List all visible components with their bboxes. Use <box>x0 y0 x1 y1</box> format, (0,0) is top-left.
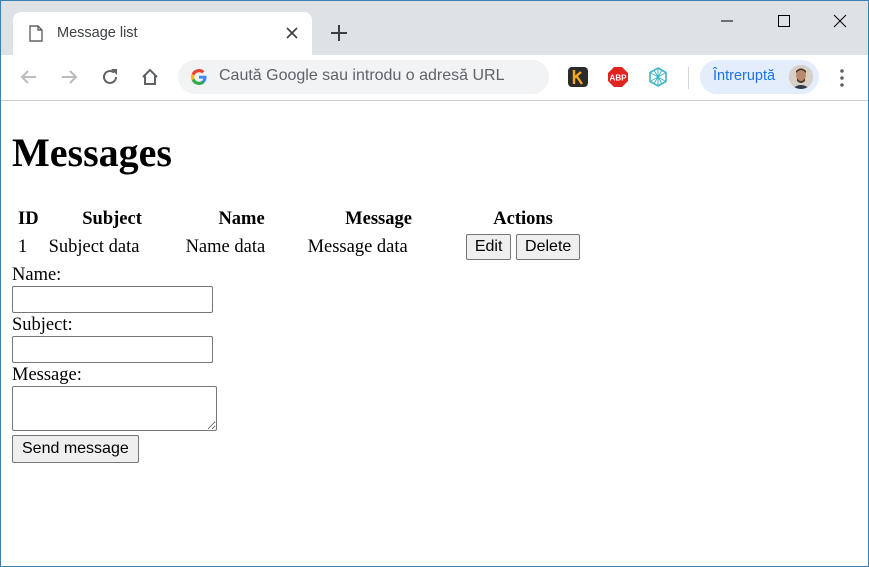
name-label: Name: <box>12 265 62 285</box>
reload-icon[interactable] <box>99 66 121 88</box>
tab-message-list[interactable]: Message list <box>13 12 312 55</box>
tab-strip: Message list <box>1 1 868 55</box>
send-message-button[interactable]: Send message <box>12 435 139 463</box>
home-icon[interactable] <box>139 66 161 88</box>
minimize-icon[interactable] <box>715 9 739 33</box>
profile-button[interactable]: Întreruptă <box>700 60 819 94</box>
page-content: Messages ID Subject Name Message Actions… <box>1 102 868 566</box>
google-icon <box>191 69 207 85</box>
column-header-id: ID <box>18 209 39 229</box>
maximize-icon[interactable] <box>772 9 796 33</box>
message-field[interactable] <box>12 386 217 431</box>
k-extension-icon[interactable] <box>567 66 589 88</box>
table-row: 1 Subject data Name data Message data Ed… <box>14 233 591 261</box>
column-header-subject: Subject <box>82 209 142 229</box>
page-icon <box>29 25 43 42</box>
delete-button[interactable]: Delete <box>516 234 581 260</box>
back-icon[interactable] <box>18 66 40 88</box>
address-bar[interactable]: Caută Google sau introdu o adresă URL <box>178 60 549 94</box>
cell-message: Message data <box>307 236 408 257</box>
forward-icon[interactable] <box>58 66 80 88</box>
column-header-name: Name <box>218 209 265 229</box>
column-header-message: Message <box>345 209 412 229</box>
message-form: Name: Subject: Message: Send message <box>12 265 217 463</box>
cell-id: 1 <box>18 236 28 257</box>
edit-button[interactable]: Edit <box>465 234 512 260</box>
column-header-actions: Actions <box>493 209 553 229</box>
tab-title: Message list <box>57 25 138 41</box>
profile-status-label: Întreruptă <box>713 68 776 84</box>
svg-text:ABP: ABP <box>610 74 628 83</box>
cell-name: Name data <box>185 236 266 257</box>
name-field[interactable] <box>12 286 213 313</box>
page-title: Messages <box>12 130 172 175</box>
toolbar: Caută Google sau introdu o adresă URL AB… <box>1 55 868 101</box>
new-tab-icon[interactable] <box>329 23 349 43</box>
address-bar-placeholder: Caută Google sau introdu o adresă URL <box>219 67 505 84</box>
subject-field[interactable] <box>12 336 213 363</box>
cell-subject: Subject data <box>48 236 140 257</box>
cell-actions: Edit Delete <box>456 233 591 261</box>
avatar <box>789 65 813 89</box>
menu-kebab-icon[interactable] <box>833 67 851 89</box>
table-header-row: ID Subject Name Message Actions <box>14 208 591 231</box>
message-label: Message: <box>12 365 82 385</box>
close-tab-icon[interactable] <box>285 26 299 40</box>
messages-table: ID Subject Name Message Actions 1 Subjec… <box>12 206 593 263</box>
browser-window: Message list Caută Google sau introdu o … <box>0 0 869 567</box>
close-window-icon[interactable] <box>828 9 852 33</box>
adblock-plus-icon[interactable]: ABP <box>607 66 629 88</box>
toolbar-divider <box>688 67 689 89</box>
network-extension-icon[interactable] <box>647 66 669 88</box>
subject-label: Subject: <box>12 315 73 335</box>
